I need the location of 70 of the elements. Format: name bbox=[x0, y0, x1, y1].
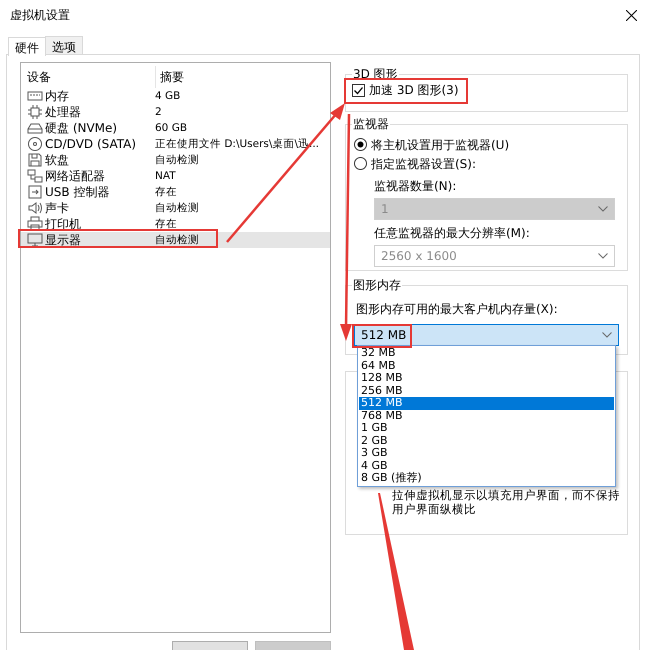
dropdown-option[interactable]: 8 GB (推荐) bbox=[359, 472, 614, 484]
caret-icon bbox=[598, 253, 608, 259]
field-label: 图形内存可用的最大客户机内存量(X): bbox=[356, 301, 559, 318]
radio-label: 指定监视器设置(S): bbox=[371, 156, 476, 172]
usb-icon bbox=[27, 184, 43, 200]
checkbox-label: 加速 3D 图形(3) bbox=[369, 83, 459, 98]
monitor-icon bbox=[27, 232, 43, 248]
highlight-box bbox=[352, 324, 412, 348]
device-summary: 存在 bbox=[155, 217, 177, 232]
device-name: 处理器 bbox=[45, 104, 81, 120]
caret-icon bbox=[598, 206, 608, 212]
checkbox[interactable] bbox=[352, 84, 365, 97]
device-summary: 2 bbox=[155, 105, 162, 120]
network-icon bbox=[27, 168, 43, 184]
device-summary: 4 GB bbox=[155, 89, 180, 104]
device-row[interactable]: USB 控制器 存在 bbox=[21, 184, 330, 200]
device-row[interactable]: 声卡 自动检测 bbox=[21, 200, 330, 216]
dropdown-option[interactable]: 1 GB bbox=[359, 422, 614, 434]
device-row[interactable]: 处理器 2 bbox=[21, 104, 330, 120]
device-summary: NAT bbox=[155, 169, 176, 184]
dropdown-option[interactable]: 512 MB bbox=[359, 397, 614, 410]
field-label: 监视器数量(N): bbox=[374, 178, 458, 195]
group-title: 图形内存 bbox=[352, 277, 402, 293]
column-header: 摘要 bbox=[155, 66, 330, 88]
dropdown-option[interactable]: 768 MB bbox=[359, 410, 614, 422]
device-name: 显示器 bbox=[45, 232, 81, 248]
description-text: 拉伸虚拟机显示以填充用户界面，而不保持用户界面纵横比 bbox=[392, 488, 621, 516]
floppy-icon bbox=[27, 152, 43, 168]
device-name: 硬盘 (NVMe) bbox=[45, 120, 118, 136]
device-name: USB 控制器 bbox=[45, 184, 110, 200]
chip-icon bbox=[27, 104, 43, 120]
close-icon[interactable] bbox=[626, 10, 637, 20]
device-row[interactable]: CD/DVD (SATA) 正在使用文件 D:\Users\桌面\迅... bbox=[21, 136, 330, 152]
group-title: 监视器 bbox=[352, 116, 390, 132]
device-row[interactable]: 内存 4 GB bbox=[21, 88, 330, 104]
device-summary: 存在 bbox=[155, 185, 177, 200]
device-name: CD/DVD (SATA) bbox=[45, 136, 136, 152]
device-name: 网络适配器 bbox=[45, 168, 105, 184]
dropdown-option[interactable]: 64 MB bbox=[359, 360, 614, 372]
speaker-icon bbox=[27, 200, 43, 216]
dropdown-option[interactable]: 128 MB bbox=[359, 372, 614, 384]
device-summary: 自动检测 bbox=[155, 153, 199, 168]
device-name: 内存 bbox=[45, 88, 69, 104]
column-header: 设备 bbox=[27, 69, 52, 86]
device-summary: 自动检测 bbox=[155, 233, 199, 248]
radio-button[interactable] bbox=[354, 138, 367, 151]
caret-icon bbox=[602, 332, 612, 338]
dropdown-option[interactable]: 256 MB bbox=[359, 384, 614, 397]
window-title: 虚拟机设置 bbox=[10, 7, 70, 24]
tab[interactable]: 选项 bbox=[45, 36, 83, 54]
dropdown-option[interactable]: 2 GB bbox=[359, 434, 614, 447]
device-summary: 正在使用文件 D:\Users\桌面\迅... bbox=[155, 137, 319, 152]
device-row[interactable]: 网络适配器 NAT bbox=[21, 168, 330, 184]
device-row[interactable]: 软盘 自动检测 bbox=[21, 152, 330, 168]
device-name: 声卡 bbox=[45, 200, 69, 216]
tab[interactable]: 硬件 bbox=[8, 37, 46, 56]
device-row[interactable]: 显示器 自动检测 bbox=[21, 232, 330, 248]
dropdown-option[interactable]: 4 GB bbox=[359, 460, 614, 472]
radio-label: 将主机设置用于监视器(U) bbox=[371, 136, 510, 154]
device-name: 软盘 bbox=[45, 152, 69, 168]
field-label: 任意监视器的最大分辨率(M): bbox=[374, 225, 531, 242]
printer-icon bbox=[27, 216, 43, 232]
device-row[interactable]: 硬盘 (NVMe) 60 GB bbox=[21, 120, 330, 136]
radio-button[interactable] bbox=[354, 157, 367, 170]
disc-icon bbox=[27, 136, 43, 152]
device-summary: 自动检测 bbox=[155, 201, 199, 216]
dropdown-option[interactable]: 3 GB bbox=[359, 447, 614, 460]
dropdown[interactable]: 512 MB bbox=[354, 324, 619, 346]
dropdown-option[interactable]: 32 MB bbox=[359, 347, 614, 360]
device-summary: 60 GB bbox=[155, 121, 188, 136]
